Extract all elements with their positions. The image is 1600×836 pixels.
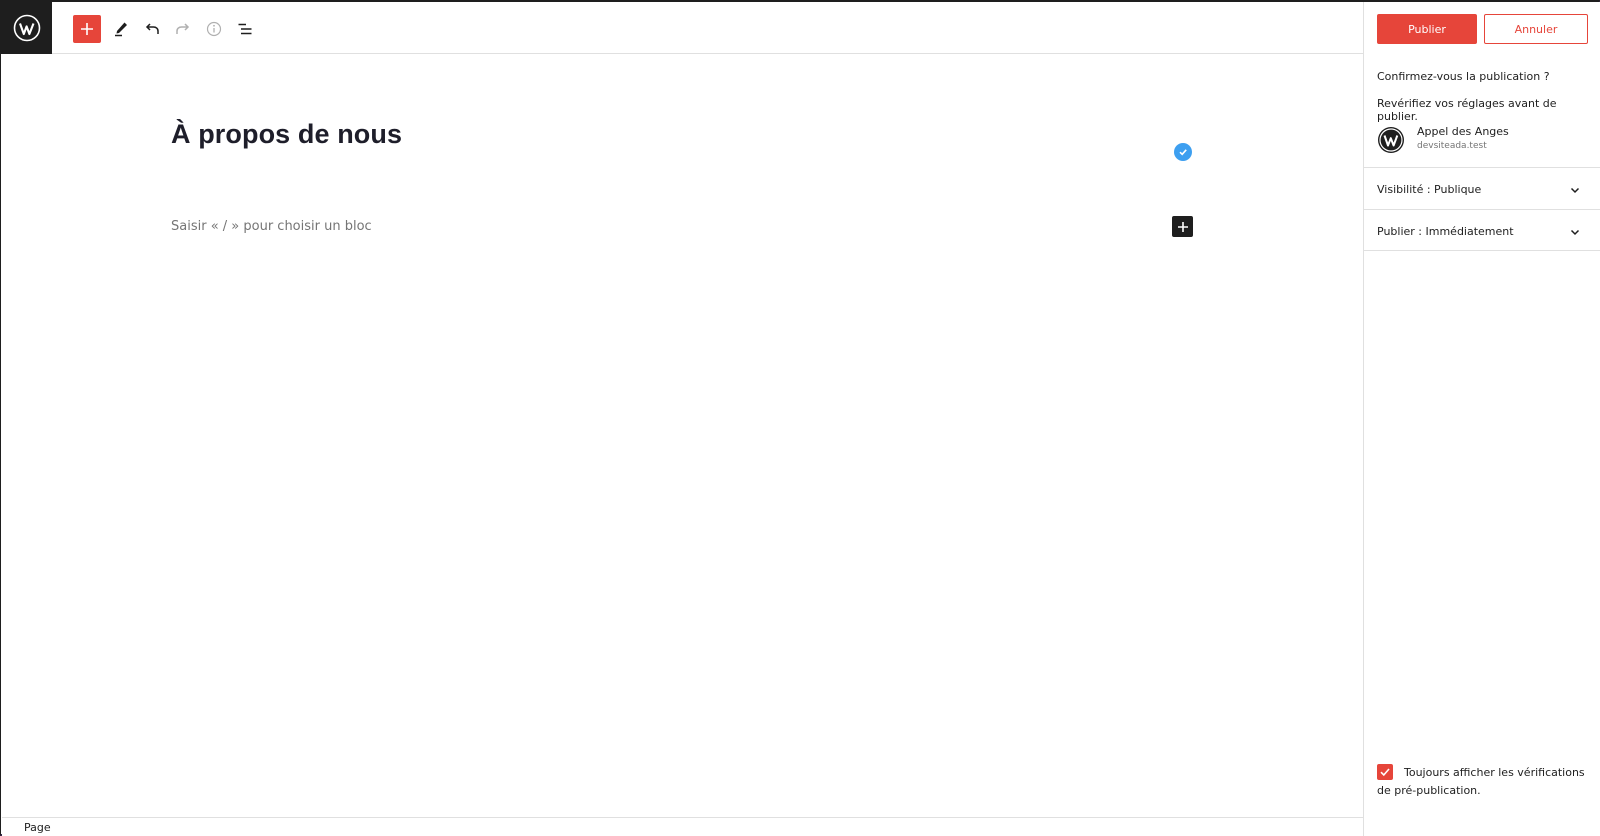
publish-time-label: Publier : Immédiatement (1377, 225, 1514, 238)
pencil-icon (115, 22, 127, 37)
list-view-icon (238, 23, 252, 35)
top-toolbar (1, 2, 1363, 54)
plus-icon (1177, 221, 1188, 232)
always-show-label: Toujours afficher les vérifications de p… (1377, 766, 1585, 797)
undo-button[interactable] (138, 15, 166, 43)
cancel-button[interactable]: Annuler (1484, 14, 1588, 44)
wordpress-logo-icon[interactable] (1, 2, 52, 54)
site-name: Appel des Anges (1417, 125, 1509, 138)
add-block-button[interactable] (73, 15, 101, 43)
wordpress-logo-icon (1378, 127, 1404, 153)
always-show-row: Toujours afficher les vérifications de p… (1377, 764, 1597, 800)
editor-window: À propos de nous Saisir « / » pour chois… (0, 0, 1600, 836)
redo-icon (176, 23, 190, 34)
chevron-down-icon (1570, 229, 1580, 236)
breadcrumb[interactable]: Page (24, 821, 51, 834)
editor-footer: Page (2, 817, 1363, 836)
details-button[interactable] (200, 15, 228, 43)
checkmark-icon (1380, 768, 1390, 777)
block-placeholder[interactable]: Saisir « / » pour choisir un bloc (171, 219, 372, 234)
publish-button[interactable]: Publier (1377, 14, 1477, 44)
prepublish-panel: Publier Annuler Confirmez-vous la public… (1363, 2, 1600, 836)
tools-button[interactable] (107, 15, 135, 43)
site-info: Appel des Anges devsiteada.test (1377, 124, 1592, 158)
info-icon (206, 21, 222, 37)
list-view-button[interactable] (231, 15, 259, 43)
check-badge-icon (1174, 143, 1192, 161)
confirm-question: Confirmez-vous la publication ? (1377, 70, 1550, 83)
site-url: devsiteada.test (1417, 141, 1487, 151)
always-show-checkbox[interactable] (1377, 764, 1393, 780)
chevron-down-icon (1570, 187, 1580, 194)
block-inserter-button[interactable] (1172, 216, 1193, 237)
publish-time-section[interactable]: Publier : Immédiatement (1364, 209, 1600, 251)
editor-canvas (2, 55, 1363, 817)
confirm-subtitle: Revérifiez vos réglages avant de publier… (1377, 97, 1557, 123)
plus-icon (81, 23, 93, 35)
visibility-section[interactable]: Visibilité : Publique (1364, 167, 1600, 209)
redo-button[interactable] (169, 15, 197, 43)
post-title[interactable]: À propos de nous (171, 119, 402, 150)
undo-icon (145, 23, 159, 34)
visibility-label: Visibilité : Publique (1377, 183, 1482, 196)
